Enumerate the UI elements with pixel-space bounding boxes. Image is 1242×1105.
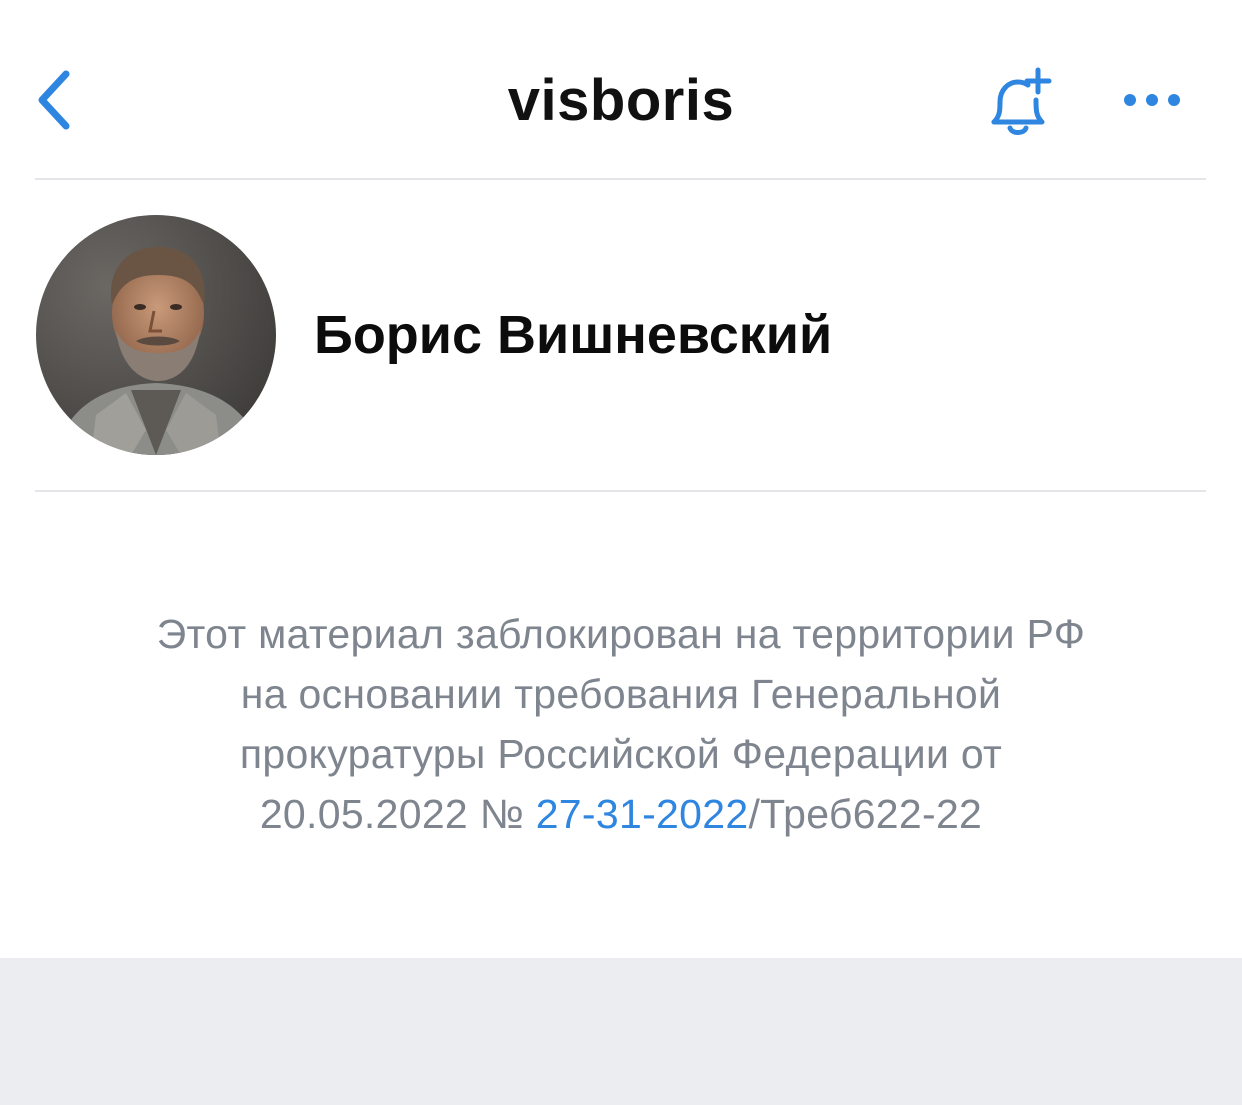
footer-background [0,958,1242,1105]
blocked-content-notice: Этот материал заблокирован на территории… [60,604,1182,844]
header-divider [35,178,1206,180]
bell-plus-icon [991,67,1052,135]
top-navigation-bar: visboris [0,0,1242,178]
notice-line-1: Этот материал заблокирован на территории… [156,611,1086,657]
notice-reference-link[interactable]: 27-31-2022 [536,791,749,837]
more-options-button[interactable] [1110,70,1194,130]
profile-photo [36,215,276,455]
notice-line-3: прокуратуры Российской Федерации от [239,731,1003,777]
notice-line-2: на основании требования Генеральной [240,671,1002,717]
notice-date-number: 20.05.2022 № [259,791,536,837]
notice-reference-suffix: /Треб622-22 [748,791,983,837]
subscribe-notifications-button[interactable] [976,60,1060,144]
profile-name[interactable]: Борис Вишневский [314,300,832,370]
more-horizontal-icon [1124,94,1180,106]
notice-line-4: 20.05.2022 № 27-31-2022/Треб622-22 [60,784,1182,844]
avatar[interactable] [36,215,276,455]
profile-divider [35,490,1206,492]
